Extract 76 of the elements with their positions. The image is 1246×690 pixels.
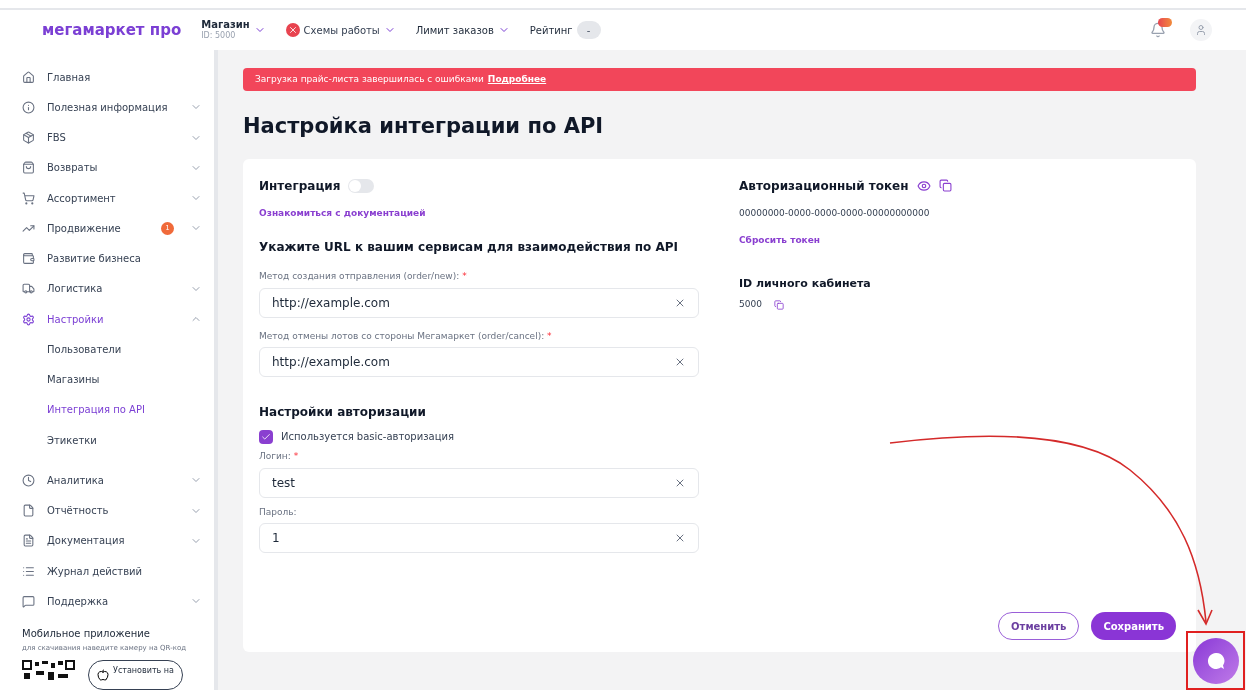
notification-badge	[1158, 18, 1172, 27]
rating-badge: -	[576, 21, 601, 39]
sidebar-item[interactable]: Логистика	[22, 273, 202, 304]
highlight-frame	[1186, 631, 1245, 690]
section-heading: Укажите URL к вашим сервисам для взаимодействия по API	[259, 239, 680, 256]
sidebar-item[interactable]: Ассортимент	[22, 183, 202, 214]
store-label: Магазин	[201, 18, 250, 31]
error-icon	[285, 23, 300, 37]
documentation-link[interactable]: Ознакомиться с документацией	[259, 206, 699, 220]
token-heading: Авторизационный токен	[739, 177, 909, 195]
bag-icon	[22, 161, 35, 175]
integration-toggle[interactable]	[348, 178, 375, 193]
save-button[interactable]: Сохранить	[1091, 612, 1176, 640]
sidebar-subitem[interactable]: Пользователи	[22, 334, 202, 365]
checkbox-label: Используется basic-авторизация	[281, 430, 454, 444]
store-id: ID: 5000	[201, 31, 237, 42]
sidebar-item[interactable]: Главная	[22, 62, 202, 93]
nav-dropdown[interactable]: Схемы работы	[303, 22, 380, 38]
document-icon	[22, 534, 35, 548]
logo[interactable]: мегамаркет про	[42, 18, 182, 42]
mobile-app-title: Мобильное приложение	[22, 627, 151, 642]
truck-icon	[22, 282, 35, 296]
sidebar-subitem[interactable]: Этикетки	[22, 425, 202, 456]
sidebar-item[interactable]: Развитие бизнеса	[22, 243, 202, 274]
wallet-icon	[22, 252, 35, 266]
sidebar-item[interactable]: Отчётность	[22, 495, 202, 526]
clock-icon	[22, 473, 35, 487]
sidebar-item[interactable]: Настройки	[22, 304, 202, 335]
checkbox[interactable]	[259, 429, 273, 444]
file-icon	[22, 504, 35, 518]
settings-icon	[22, 312, 35, 326]
sidebar-item[interactable]: Возвраты	[22, 152, 202, 183]
nav-dropdown[interactable]: Лимит заказов	[415, 22, 494, 38]
chat-icon	[22, 594, 35, 608]
clear-icon[interactable]	[674, 356, 686, 368]
sidebar-subitem[interactable]: Интеграция по API	[22, 394, 202, 425]
input-field[interactable]: test	[259, 467, 699, 498]
info-icon	[22, 100, 35, 114]
copy-icon[interactable]	[773, 299, 784, 310]
copy-icon[interactable]	[938, 179, 952, 192]
cabinet-heading: ID личного кабинета	[739, 275, 872, 292]
apple-icon	[97, 669, 109, 681]
sidebar-subitem[interactable]: Магазины	[22, 364, 202, 395]
input-field[interactable]: http://example.com	[259, 287, 699, 318]
check-icon	[261, 431, 271, 442]
field-label: Метод отмены лотов со стороны Мегамаркет (order/cancel): *	[259, 329, 553, 343]
clear-icon[interactable]	[674, 532, 686, 544]
field-label: Метод создания отправления (order/new): *	[259, 270, 468, 283]
sidebar-item[interactable]: FBS	[22, 122, 202, 153]
eye-icon[interactable]	[916, 178, 931, 193]
cabinet-id: 5000	[739, 298, 762, 311]
home-icon	[22, 70, 35, 84]
speech-bubble-icon	[1207, 652, 1225, 670]
sidebar-item[interactable]: Документация	[22, 525, 202, 556]
sidebar-item[interactable]: Полезная информация	[22, 92, 202, 123]
input-field[interactable]: 1	[259, 523, 699, 553]
list-icon	[22, 564, 35, 578]
token-value: 00000000-0000-0000-0000-00000000000	[739, 206, 931, 220]
section-heading: Настройки авторизации	[259, 404, 427, 421]
field-label: Пароль:	[259, 505, 298, 519]
details-link[interactable]: Подробнее	[487, 72, 547, 87]
rating-label: Рейтинг	[529, 23, 573, 38]
field-label: Логин: *	[259, 450, 300, 463]
sidebar-item[interactable]: Аналитика	[22, 465, 202, 496]
sidebar-item[interactable]: Журнал действий	[22, 556, 202, 587]
sidebar-item[interactable]: Поддержка	[22, 586, 202, 617]
reset-token-link[interactable]: Сбросить токен	[739, 234, 952, 248]
cart-icon	[22, 191, 35, 205]
bell-icon[interactable]	[1150, 22, 1166, 38]
qr-code-icon	[22, 660, 76, 682]
page-title: Настройка интеграции по API	[243, 113, 605, 140]
error-message: Загрузка прайс-листа завершилась с ошибками	[255, 72, 484, 86]
integration-label: Интеграция	[259, 177, 341, 195]
box-icon	[22, 131, 35, 145]
user-avatar[interactable]	[1190, 19, 1212, 41]
input-field[interactable]: http://example.com	[259, 347, 699, 377]
